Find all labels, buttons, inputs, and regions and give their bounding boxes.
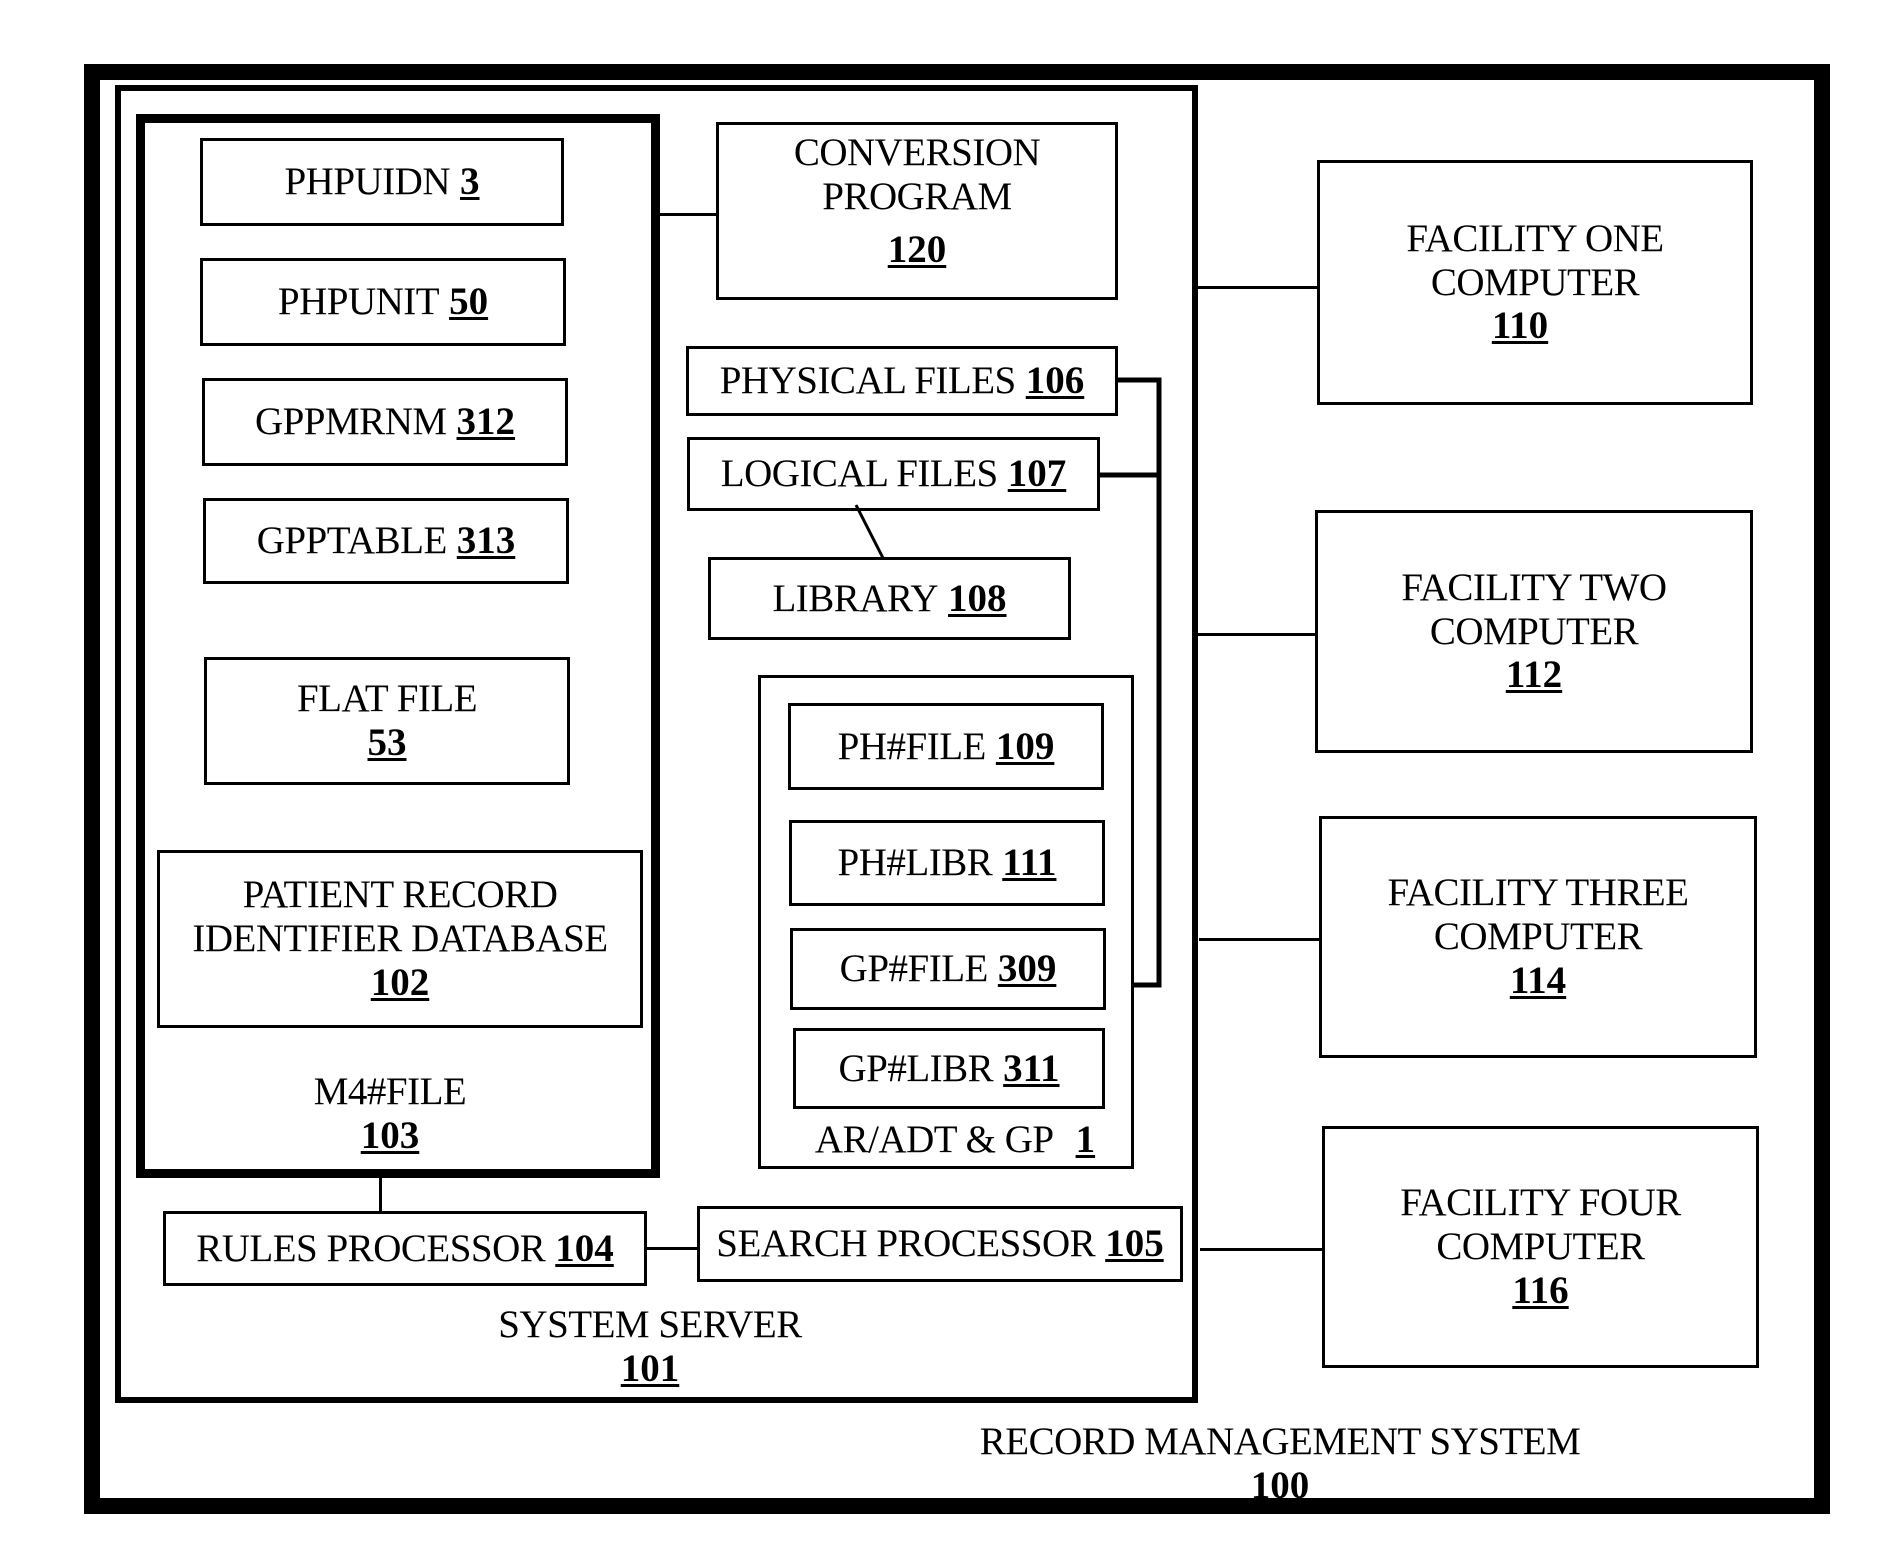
gppmrnm-label: GPPMRNM <box>254 400 447 444</box>
rules-processor-box: RULES PROCESSOR 104 <box>163 1211 647 1286</box>
m4-to-conversion-connector <box>660 213 717 216</box>
gppmrnm-box: GPPMRNM 312 <box>202 378 568 466</box>
search-processor-ref: 105 <box>1105 1222 1164 1266</box>
physical-files-box: PHYSICAL FILES 106 <box>686 346 1118 416</box>
facility-three-ref: 114 <box>1509 958 1567 1002</box>
phpuidn-label: PHPUIDN <box>284 160 451 204</box>
conversion-program-label-line1: CONVERSION <box>793 131 1041 174</box>
rules-processor-label: RULES PROCESSOR <box>196 1226 546 1270</box>
patient-record-db-label-line1: PATIENT RECORD <box>242 873 558 917</box>
m4-file-caption: M4#FILE 103 <box>250 1070 530 1157</box>
search-processor-label: SEARCH PROCESSOR <box>716 1222 1096 1266</box>
facility-four-label-line2: COMPUTER <box>1436 1225 1645 1269</box>
search-processor-box: SEARCH PROCESSOR 105 <box>697 1206 1183 1282</box>
patient-record-db-label-line2: IDENTIFIER DATABASE <box>192 917 608 961</box>
ar-adt-gp-ref: 1 <box>1075 1118 1096 1161</box>
gp-file-label: GP#FILE <box>839 947 989 991</box>
ph-libr-ref: 111 <box>1002 841 1057 885</box>
system-server-ref: 101 <box>620 1346 680 1390</box>
gppmrnm-ref: 312 <box>456 400 516 444</box>
ph-libr-box: PH#LIBR 111 <box>789 820 1105 906</box>
facility-two-connector <box>1197 633 1317 636</box>
facility-three-connector <box>1199 938 1320 941</box>
gpptable-label: GPPTABLE <box>256 519 448 563</box>
facility-two-label-line2: COMPUTER <box>1429 609 1639 653</box>
conversion-program-box: CONVERSION PROGRAM 120 <box>716 122 1118 300</box>
phpuidn-ref: 3 <box>460 160 480 204</box>
facility-three-label-line2: COMPUTER <box>1433 915 1643 959</box>
rules-to-search-connector <box>647 1247 698 1250</box>
facility-one-ref: 110 <box>1491 304 1549 348</box>
gpptable-box: GPPTABLE 313 <box>203 498 569 584</box>
ph-file-ref: 109 <box>995 724 1055 768</box>
conversion-program-ref: 120 <box>887 228 947 272</box>
library-label: LIBRARY <box>772 576 939 620</box>
m4-to-rules-connector <box>379 1176 382 1212</box>
library-ref: 108 <box>948 576 1007 620</box>
facility-four-computer-box: FACILITY FOUR COMPUTER 116 <box>1322 1126 1759 1368</box>
physical-files-ref: 106 <box>1025 359 1085 403</box>
record-management-system-caption: RECORD MANAGEMENT SYSTEM 100 <box>965 1420 1595 1507</box>
facility-one-computer-box: FACILITY ONE COMPUTER 110 <box>1317 160 1753 405</box>
facility-two-label-line1: FACILITY TWO <box>1401 565 1667 609</box>
m4-file-ref: 103 <box>360 1113 420 1157</box>
facility-two-ref: 112 <box>1505 653 1563 697</box>
gp-file-box: GP#FILE 309 <box>790 928 1106 1010</box>
ph-libr-label: PH#LIBR <box>837 841 993 885</box>
system-server-caption: SYSTEM SERVER 101 <box>480 1303 820 1390</box>
patient-record-db-ref: 102 <box>370 960 430 1004</box>
phpunit-ref: 50 <box>449 280 489 324</box>
facility-one-label-line1: FACILITY ONE <box>1406 216 1664 260</box>
m4-file-label: M4#FILE <box>313 1070 467 1113</box>
facility-one-label-line2: COMPUTER <box>1430 260 1640 304</box>
patient-record-identifier-database-box: PATIENT RECORD IDENTIFIER DATABASE 102 <box>157 850 643 1028</box>
ar-adt-gp-label: AR/ADT & GP <box>814 1118 1054 1161</box>
rules-processor-ref: 104 <box>555 1226 614 1270</box>
logical-files-box: LOGICAL FILES 107 <box>687 437 1100 511</box>
facility-two-computer-box: FACILITY TWO COMPUTER 112 <box>1315 510 1753 753</box>
facility-four-connector <box>1200 1248 1323 1251</box>
facility-four-ref: 116 <box>1512 1268 1569 1312</box>
gpptable-ref: 313 <box>456 519 516 563</box>
gp-libr-box: GP#LIBR 311 <box>793 1028 1105 1109</box>
phpunit-box: PHPUNIT 50 <box>200 258 566 346</box>
ph-file-box: PH#FILE 109 <box>788 703 1104 790</box>
system-server-label: SYSTEM SERVER <box>498 1303 802 1346</box>
physical-files-label: PHYSICAL FILES <box>719 359 1017 403</box>
phpuidn-box: PHPUIDN 3 <box>200 138 564 226</box>
facility-four-label-line1: FACILITY FOUR <box>1400 1181 1681 1225</box>
ph-file-label: PH#FILE <box>837 724 987 768</box>
library-box: LIBRARY 108 <box>708 557 1071 640</box>
gp-libr-ref: 311 <box>1003 1046 1060 1090</box>
gp-file-ref: 309 <box>997 947 1057 991</box>
logical-files-label: LOGICAL FILES <box>720 452 998 496</box>
phpunit-label: PHPUNIT <box>277 280 440 324</box>
conversion-program-label-line2: PROGRAM <box>822 174 1012 218</box>
flat-file-ref: 53 <box>367 721 407 764</box>
facility-one-connector <box>1196 286 1318 289</box>
flat-file-box: FLAT FILE 53 <box>204 657 570 785</box>
gp-libr-label: GP#LIBR <box>838 1046 994 1090</box>
flat-file-label: FLAT FILE <box>296 677 478 721</box>
logical-files-ref: 107 <box>1007 452 1067 496</box>
facility-three-computer-box: FACILITY THREE COMPUTER 114 <box>1319 816 1757 1058</box>
ar-adt-gp-caption: AR/ADT & GP 1 <box>800 1118 1110 1162</box>
record-management-system-label: RECORD MANAGEMENT SYSTEM <box>979 1420 1581 1463</box>
facility-three-label-line1: FACILITY THREE <box>1387 871 1689 915</box>
record-management-system-ref: 100 <box>1250 1463 1310 1507</box>
